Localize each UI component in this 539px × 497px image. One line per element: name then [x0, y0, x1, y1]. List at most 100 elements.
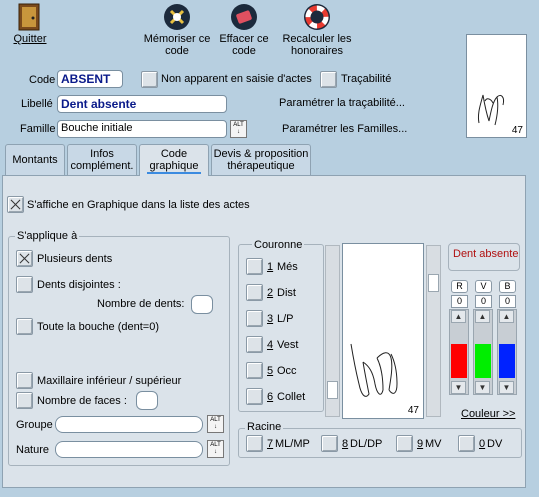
- couronne-button-vest[interactable]: [246, 336, 263, 353]
- memorize-label-1: Mémoriser ce: [143, 33, 211, 45]
- nombre-faces-field[interactable]: [136, 391, 158, 410]
- groupe-label: Groupe: [16, 419, 53, 431]
- tooth-scrollbar-right[interactable]: [426, 245, 441, 417]
- racine-button-dl-dp[interactable]: [321, 435, 338, 452]
- nombre-dents-field[interactable]: [191, 295, 213, 314]
- memorize-icon: [164, 4, 190, 30]
- tab-montants-label: Montants: [12, 154, 58, 166]
- couronne-key-1: 1: [267, 261, 274, 273]
- eraser-icon: [231, 4, 257, 30]
- tab-infos[interactable]: Infos complément.: [67, 144, 137, 175]
- red-down-arrow[interactable]: ▼: [451, 381, 466, 394]
- blue-value[interactable]: 0: [499, 295, 516, 308]
- memorize-label-2: code: [165, 45, 189, 57]
- tooth-large-icon: [350, 343, 398, 397]
- code-field[interactable]: ABSENT: [57, 70, 123, 88]
- maxillaire-checkbox[interactable]: [16, 372, 33, 389]
- racine-label-mv: MV: [425, 438, 442, 450]
- maxillaire-label: Maxillaire inférieur / supérieur: [37, 375, 182, 387]
- green-up-arrow[interactable]: ▲: [475, 310, 490, 323]
- couronne-key-4: 4: [267, 339, 274, 351]
- plusieurs-dents-label: Plusieurs dents: [37, 253, 113, 265]
- memorize-code-button[interactable]: Mémoriser ce code: [142, 2, 212, 57]
- couronne-key-3: 3: [267, 313, 274, 325]
- couronne-label-lp: L/P: [277, 313, 294, 325]
- nature-alt-button[interactable]: ALT ↓: [207, 440, 224, 458]
- green-label: V: [475, 280, 492, 293]
- tab-code-line2: graphique: [146, 160, 202, 174]
- racine-label-dv: DV: [487, 438, 503, 450]
- applique-title: S'applique à: [15, 230, 80, 242]
- groupe-field[interactable]: [55, 416, 203, 433]
- blue-up-arrow[interactable]: ▲: [499, 310, 514, 323]
- dent-absente-label: Dent absente: [453, 248, 519, 260]
- nombre-faces-checkbox[interactable]: [16, 392, 33, 409]
- tab-devis-line1: Devis & proposition: [213, 148, 309, 160]
- scroll-thumb-left[interactable]: [327, 381, 338, 399]
- code-label: Code: [29, 74, 56, 86]
- red-value[interactable]: 0: [451, 295, 468, 308]
- alt-arrow-icon: ↓: [237, 129, 240, 135]
- couronne-key-2: 2: [267, 287, 274, 299]
- green-value[interactable]: 0: [475, 295, 492, 308]
- couleur-link[interactable]: Couleur >>: [461, 408, 515, 420]
- tab-devis-line2: thérapeutique: [227, 160, 295, 172]
- famille-alt-button[interactable]: ALT ↓: [230, 120, 247, 138]
- red-fill: [451, 344, 467, 378]
- couronne-label-dist: Dist: [277, 287, 296, 299]
- couronne-button-lp[interactable]: [246, 310, 263, 327]
- affiche-graphique-checkbox[interactable]: [7, 196, 24, 213]
- tracabilite-checkbox[interactable]: [320, 71, 337, 88]
- famille-field[interactable]: Bouche initiale: [57, 120, 227, 138]
- green-down-arrow[interactable]: ▼: [475, 381, 490, 394]
- nature-field[interactable]: [55, 441, 203, 458]
- racine-button-dv[interactable]: [458, 435, 475, 452]
- tab-code-line1: Code: [160, 148, 188, 160]
- blue-label: B: [499, 280, 516, 293]
- couronne-title: Couronne: [252, 239, 305, 251]
- dents-disjointes-checkbox[interactable]: [16, 276, 33, 293]
- non-apparent-checkbox[interactable]: [141, 71, 158, 88]
- groupe-alt-button[interactable]: ALT ↓: [207, 415, 224, 433]
- tooth-scrollbar-left[interactable]: [325, 245, 340, 417]
- libelle-field[interactable]: Dent absente: [57, 95, 227, 113]
- racine-key-0: 0: [479, 438, 486, 450]
- tab-devis[interactable]: Devis & proposition thérapeutique: [211, 144, 311, 175]
- toute-bouche-checkbox[interactable]: [16, 318, 33, 335]
- quit-label: Quitter: [13, 33, 47, 45]
- green-slider[interactable]: ▲ ▼: [473, 309, 493, 395]
- param-familles-link[interactable]: Paramétrer les Familles...: [282, 123, 407, 135]
- plusieurs-dents-checkbox[interactable]: [16, 250, 33, 267]
- couronne-button-dist[interactable]: [246, 284, 263, 301]
- couronne-button-collet[interactable]: [246, 388, 263, 405]
- tooth-large-number: 47: [407, 405, 419, 416]
- tab-montants[interactable]: Montants: [5, 144, 65, 175]
- racine-key-9: 9: [417, 438, 424, 450]
- nombre-dents-label: Nombre de dents:: [97, 298, 185, 310]
- red-slider[interactable]: ▲ ▼: [449, 309, 469, 395]
- blue-slider[interactable]: ▲ ▼: [497, 309, 517, 395]
- scroll-thumb-right[interactable]: [428, 274, 439, 292]
- lifebuoy-icon: [304, 4, 330, 30]
- famille-label: Famille: [20, 123, 56, 135]
- quit-button[interactable]: Quitter: [8, 2, 52, 45]
- nature-label: Nature: [16, 444, 50, 456]
- alt-arrow-icon: ↓: [214, 424, 217, 430]
- racine-button-mv[interactable]: [396, 435, 413, 452]
- couronne-button-mes[interactable]: [246, 258, 263, 275]
- blue-down-arrow[interactable]: ▼: [499, 381, 514, 394]
- dent-absente-display: Dent absente: [448, 243, 520, 271]
- recalc-label-2: honoraires: [291, 45, 343, 57]
- red-up-arrow[interactable]: ▲: [451, 310, 466, 323]
- tooth-preview: 47: [466, 34, 527, 138]
- couronne-label-collet: Collet: [277, 391, 306, 403]
- param-tracabilite-link[interactable]: Paramétrer la traçabilité...: [279, 97, 405, 109]
- tab-code-graphique[interactable]: Code graphique: [139, 144, 209, 176]
- tooth-drawing: 47: [342, 243, 424, 419]
- racine-label-ml-mp: ML/MP: [275, 438, 310, 450]
- red-label: R: [451, 280, 468, 293]
- recalc-fees-button[interactable]: Recalculer les honoraires: [280, 2, 354, 57]
- erase-code-button[interactable]: Effacer ce code: [216, 2, 272, 57]
- racine-button-ml-mp[interactable]: [246, 435, 263, 452]
- couronne-button-occ[interactable]: [246, 362, 263, 379]
